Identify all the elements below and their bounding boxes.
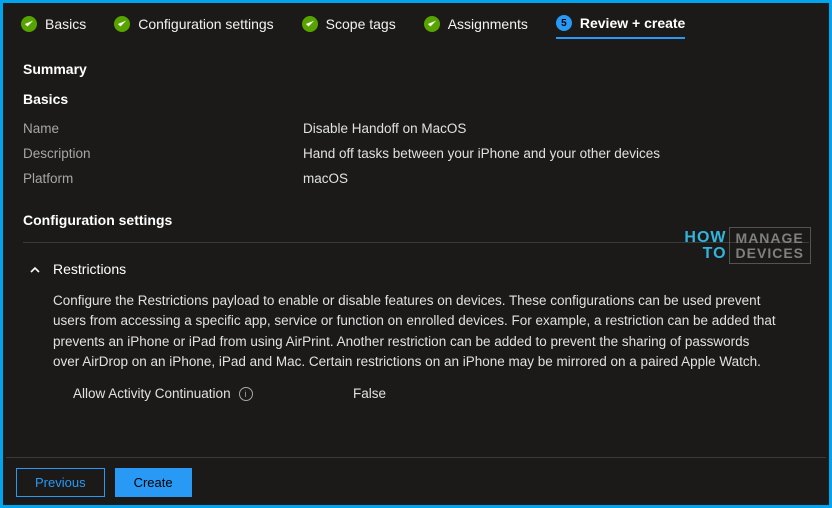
check-icon — [424, 16, 440, 32]
check-icon — [21, 16, 37, 32]
tab-assignments[interactable]: Assignments — [424, 16, 528, 38]
field-value: False — [353, 386, 386, 401]
field-platform: Platform macOS — [23, 171, 809, 186]
field-label: Name — [23, 121, 303, 136]
field-allow-activity-continuation: Allow Activity Continuation i False — [23, 380, 809, 401]
footer-actions: Previous Create — [6, 457, 826, 505]
tab-label: Basics — [45, 16, 86, 32]
tab-configuration-settings[interactable]: Configuration settings — [114, 16, 273, 38]
field-label: Allow Activity Continuation — [73, 386, 231, 401]
tab-label: Configuration settings — [138, 16, 273, 32]
field-description: Description Hand off tasks between your … — [23, 146, 809, 161]
tab-label: Assignments — [448, 16, 528, 32]
watermark-text: HOW — [684, 230, 726, 246]
watermark-box: MANAGE DEVICES — [729, 227, 811, 264]
field-value: Disable Handoff on MacOS — [303, 121, 466, 136]
field-value: macOS — [303, 171, 348, 186]
check-icon — [302, 16, 318, 32]
basics-heading: Basics — [23, 91, 809, 107]
check-icon — [114, 16, 130, 32]
summary-heading: Summary — [23, 61, 809, 77]
configuration-settings-heading: Configuration settings — [23, 212, 809, 228]
content-area: Summary Basics Name Disable Handoff on M… — [3, 45, 829, 401]
tab-scope-tags[interactable]: Scope tags — [302, 16, 396, 38]
chevron-up-icon — [29, 263, 41, 275]
field-label: Platform — [23, 171, 303, 186]
tab-review-create[interactable]: 5 Review + create — [556, 15, 685, 39]
field-label: Description — [23, 146, 303, 161]
watermark-text: TO — [703, 246, 727, 262]
tab-label: Scope tags — [326, 16, 396, 32]
wizard-tabs: Basics Configuration settings Scope tags… — [3, 3, 829, 45]
accordion-title: Restrictions — [53, 261, 126, 277]
previous-button[interactable]: Previous — [16, 468, 105, 497]
field-name: Name Disable Handoff on MacOS — [23, 121, 809, 136]
restrictions-description: Configure the Restrictions payload to en… — [23, 285, 809, 380]
tab-label: Review + create — [580, 15, 685, 31]
create-button[interactable]: Create — [115, 468, 192, 497]
step-number-icon: 5 — [556, 15, 572, 31]
watermark-logo: HOW TO MANAGE DEVICES — [684, 227, 811, 264]
tab-basics[interactable]: Basics — [21, 16, 86, 38]
info-icon[interactable]: i — [239, 387, 253, 401]
field-value: Hand off tasks between your iPhone and y… — [303, 146, 660, 161]
